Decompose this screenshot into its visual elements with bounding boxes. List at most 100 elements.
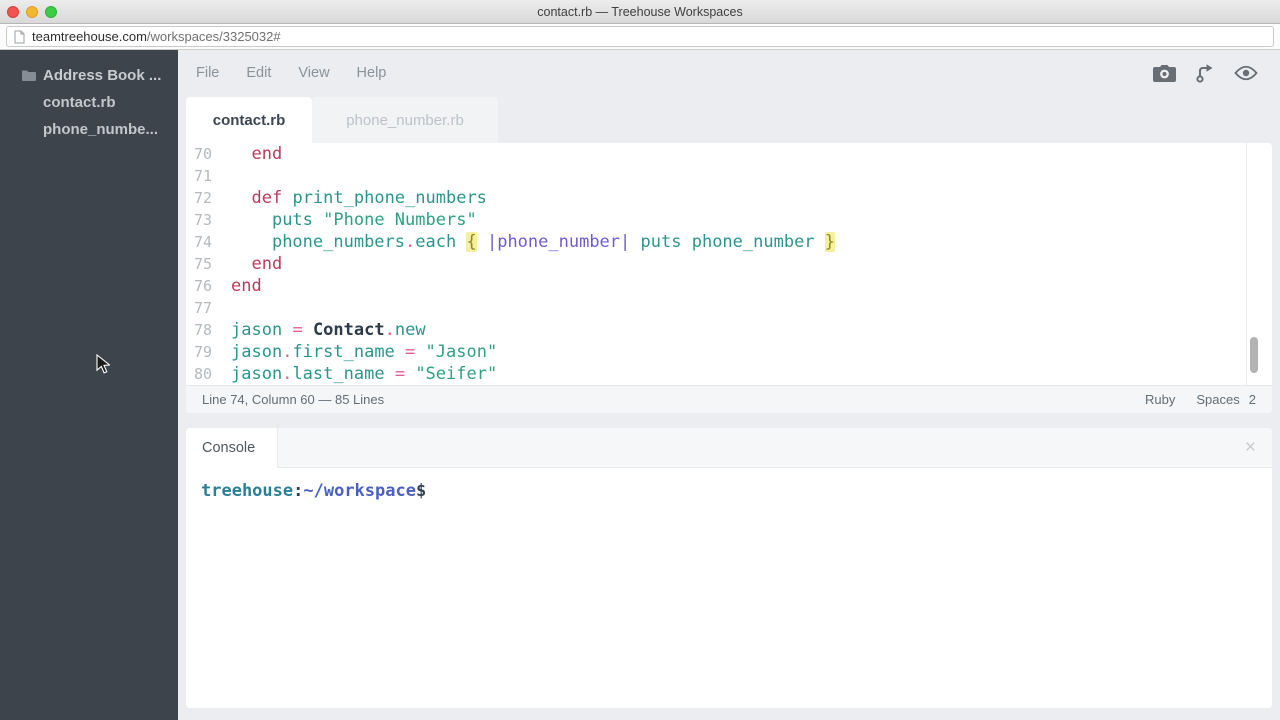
token-id: jason [231,364,282,384]
line-number: 76 [186,275,212,297]
token-plain [231,188,251,208]
token-id: each [415,232,456,252]
console-tab-label: Console [202,440,255,456]
sidebar-item-address-book[interactable]: Address Book ... [0,62,178,89]
code-line[interactable]: 74 phone_numbers.each { |phone_number| p… [186,231,1246,253]
file-sidebar: Address Book ... contact.rb phone_numbe.… [0,50,178,720]
token-plain [231,254,251,274]
sidebar-item-contact-rb[interactable]: contact.rb [0,89,178,116]
menu-file[interactable]: File [196,65,219,81]
code-line[interactable]: 73 puts "Phone Numbers" [186,209,1246,231]
prompt-dollar: $ [416,481,426,501]
eye-icon[interactable] [1234,65,1258,81]
tab-label: phone_number.rb [346,112,464,129]
token-plain [231,210,272,230]
prompt-host: treehouse [201,481,293,501]
code-line[interactable]: 70 end [186,143,1246,165]
token-kw: end [231,276,262,296]
menu-view[interactable]: View [298,65,329,81]
token-op: . [282,342,292,362]
token-id: puts [272,210,313,230]
line-number: 70 [186,143,212,165]
token-kw: def [251,188,282,208]
editor-tab-row: contact.rb phone_number.rb [186,97,1272,143]
code-line[interactable]: 80jason.last_name = "Seifer" [186,363,1246,385]
tab-console[interactable]: Console [186,428,278,468]
menu-edit[interactable]: Edit [246,65,271,81]
sidebar-item-label: Address Book ... [43,67,161,84]
line-number: 80 [186,363,212,385]
token-brace: } [825,232,835,252]
code-lines[interactable]: 70 end7172 def print_phone_numbers73 put… [186,143,1246,385]
fork-icon[interactable] [1195,63,1215,83]
line-number: 77 [186,297,212,319]
line-number: 71 [186,165,212,187]
token-param: |phone_number| [487,232,630,252]
token-id: new [395,320,426,340]
code-text: phone_numbers.each { |phone_number| puts… [212,232,835,252]
url-domain: teamtreehouse.com [32,29,147,44]
browser-url-row: teamtreehouse.com/workspaces/3325032# [0,24,1280,50]
code-line[interactable]: 79jason.first_name = "Jason" [186,341,1246,363]
console-terminal[interactable]: treehouse:~/workspace$ [186,468,1272,708]
token-kw: end [251,144,282,164]
code-line[interactable]: 75 end [186,253,1246,275]
toolbar-icons [1153,50,1258,95]
prompt-path: ~/workspace [303,481,416,501]
camera-icon[interactable] [1153,64,1176,82]
token-plain [385,364,395,384]
spaces-label: Spaces [1196,392,1239,407]
token-id: puts [641,232,682,252]
console-header: Console × [186,428,1272,468]
sidebar-item-phone-number-rb[interactable]: phone_numbe... [0,116,178,143]
page-icon [14,30,25,44]
code-line[interactable]: 71 [186,165,1246,187]
token-plain [282,188,292,208]
menu-help[interactable]: Help [357,65,387,81]
token-plain [282,320,292,340]
code-line[interactable]: 78jason = Contact.new [186,319,1246,341]
code-line[interactable]: 76 end [186,275,1246,297]
prompt-colon: : [293,481,303,501]
token-plain [313,210,323,230]
token-id: jason [231,342,282,362]
code-text: end [212,144,282,164]
line-number: 72 [186,187,212,209]
token-plain [395,342,405,362]
token-str: "Seifer" [415,364,497,384]
token-op: . [405,232,415,252]
token-id: jason [231,320,282,340]
code-text: jason = Contact.new [212,320,426,340]
address-bar[interactable]: teamtreehouse.com/workspaces/3325032# [6,26,1274,47]
token-plain [231,232,272,252]
editor-scrollbar [1246,143,1260,385]
code-line[interactable]: 72 def print_phone_numbers [186,187,1246,209]
token-str: "Jason" [426,342,498,362]
line-number: 74 [186,231,212,253]
token-id: phone_number [692,232,815,252]
tab-contact-rb[interactable]: contact.rb [186,97,312,143]
code-text: def print_phone_numbers [212,188,487,208]
language-mode-selector[interactable]: Ruby [1145,392,1175,407]
close-console-icon[interactable]: × [1245,428,1256,468]
statusbar-right: Ruby Spaces 2 [1145,392,1256,407]
console-panel: Console × treehouse:~/workspace$ [186,428,1272,708]
workspace-menubar: File Edit View Help [178,50,1280,95]
browser-titlebar: contact.rb — Treehouse Workspaces [0,0,1280,24]
tab-phone-number-rb[interactable]: phone_number.rb [312,97,498,143]
token-op: = [395,364,405,384]
code-text: end [212,254,282,274]
code-line[interactable]: 77 [186,297,1246,319]
code-text: end [212,276,262,296]
editor-statusbar: Line 74, Column 60 — 85 Lines Ruby Space… [186,385,1272,413]
token-id: phone_numbers [272,232,405,252]
token-const: Contact [313,320,385,340]
token-op: . [385,320,395,340]
token-id: print_phone_numbers [292,188,486,208]
line-number: 78 [186,319,212,341]
indent-settings-selector[interactable]: Spaces 2 [1196,392,1256,407]
token-op: = [292,320,302,340]
token-plain [231,144,251,164]
editor-scrollbar-thumb[interactable] [1250,337,1258,373]
cursor-position-status: Line 74, Column 60 — 85 Lines [202,392,384,407]
